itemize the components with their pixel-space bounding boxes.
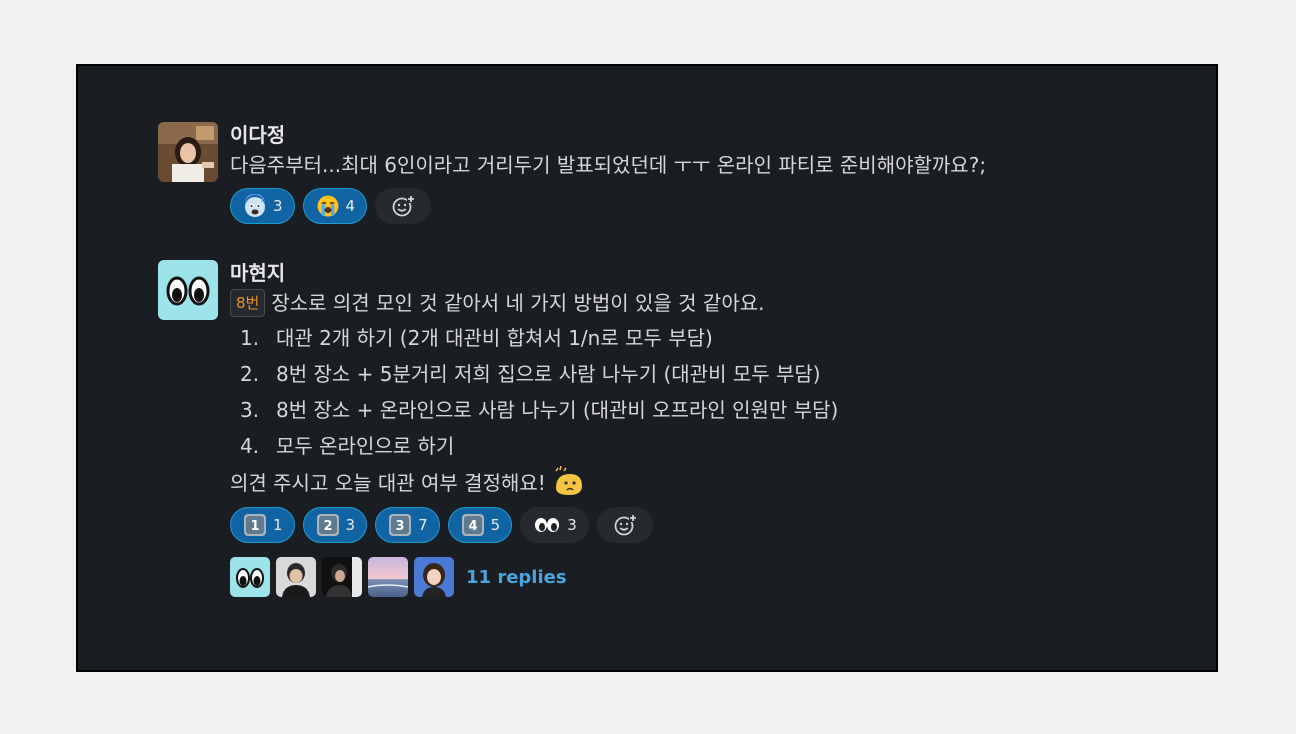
thinking-blob-icon [555,465,583,495]
option-list: 1. 대관 2개 하기 (2개 대관비 합쳐서 1/n로 모두 부담) 2. 8번 … [230,320,1190,464]
reaction-keycap-1[interactable]: 1 1 [230,507,295,543]
list-text: 8번 장소 + 온라인으로 사람 나누기 (대관비 오프라인 인원만 부담) [276,398,839,422]
message-outro: 의견 주시고 오늘 대관 여부 결정해요! [230,471,546,495]
message-intro: 장소로 의견 모인 것 같아서 네 가지 방법이 있을 것 같아요. [271,291,765,315]
channel-tag[interactable]: 8번 [230,289,266,317]
add-reaction-button[interactable] [375,188,432,224]
message-text: 다음주부터...최대 6인이라고 거리두기 발표되었던데 ㅜㅜ 온라인 파티로 … [230,153,987,177]
reaction-count: 5 [490,516,501,534]
reaction-keycap-4[interactable]: 4 5 [447,507,513,543]
reply-avatar [368,557,408,597]
add-emoji-icon [392,195,416,217]
reaction-eyes[interactable]: 3 [520,507,589,543]
list-number: 3. [240,398,260,422]
sob-icon [317,195,339,217]
keycap-1-icon: 1 [244,514,266,536]
reply-avatar [414,557,454,597]
reaction-cold-sweat[interactable]: 3 [230,188,295,224]
svg-text:3: 3 [396,519,405,534]
message-outro-line: 의견 주시고 오늘 대관 여부 결정해요! [230,464,1190,501]
reaction-keycap-2[interactable]: 2 3 [302,507,368,543]
svg-text:4: 4 [468,519,477,534]
thread-replies[interactable]: 11 replies [230,557,1190,597]
eyes-icon [535,518,560,532]
reaction-count: 3 [273,197,283,215]
reply-avatar [230,557,270,597]
svg-text:2: 2 [323,519,332,534]
reaction-sob[interactable]: 4 [302,188,368,224]
list-item: 4. 모두 온라인으로 하기 [230,428,1190,464]
reaction-count: 1 [273,516,283,534]
author-name[interactable]: 이다정 [230,122,1190,148]
reaction-count: 7 [418,516,428,534]
list-item: 1. 대관 2개 하기 (2개 대관비 합쳐서 1/n로 모두 부담) [230,320,1190,356]
reply-avatar [276,557,316,597]
list-item: 2. 8번 장소 + 5분거리 저희 집으로 사람 나누기 (대관비 모두 부담) [230,356,1190,392]
list-text: 모두 온라인으로 하기 [276,434,455,458]
list-item: 3. 8번 장소 + 온라인으로 사람 나누기 (대관비 오프라인 인원만 부담) [230,392,1190,428]
keycap-3-icon: 3 [389,514,412,536]
author-name[interactable]: 마현지 [230,260,1190,286]
reaction-count: 3 [567,516,577,534]
message-panel: 이다정 다음주부터...최대 6인이라고 거리두기 발표되었던데 ㅜㅜ 온라인 … [76,64,1218,672]
reply-avatar [322,557,362,597]
reaction-keycap-3[interactable]: 3 7 [375,507,440,543]
list-text: 8번 장소 + 5분거리 저희 집으로 사람 나누기 (대관비 모두 부담) [276,362,821,386]
add-reaction-button[interactable] [596,507,653,543]
reaction-bar: 3 4 [230,188,1190,224]
list-number: 4. [240,434,260,458]
message-text: 8번 장소로 의견 모인 것 같아서 네 가지 방법이 있을 것 같아요. [230,286,1190,320]
svg-text:1: 1 [250,519,259,534]
keycap-2-icon: 2 [316,514,339,536]
reaction-bar: 1 1 2 3 3 7 4 5 3 [230,507,1190,543]
avatar[interactable] [158,260,218,320]
cold-sweat-icon [245,194,265,217]
avatar[interactable] [158,122,218,182]
keycap-4-icon: 4 [461,514,484,536]
replies-link[interactable]: 11 replies [466,567,567,588]
reaction-count: 3 [345,516,356,534]
list-text: 대관 2개 하기 (2개 대관비 합쳐서 1/n로 모두 부담) [276,326,713,350]
reaction-count: 4 [345,197,356,215]
list-number: 1. [240,326,260,350]
add-emoji-icon [614,514,637,536]
list-number: 2. [240,362,260,386]
